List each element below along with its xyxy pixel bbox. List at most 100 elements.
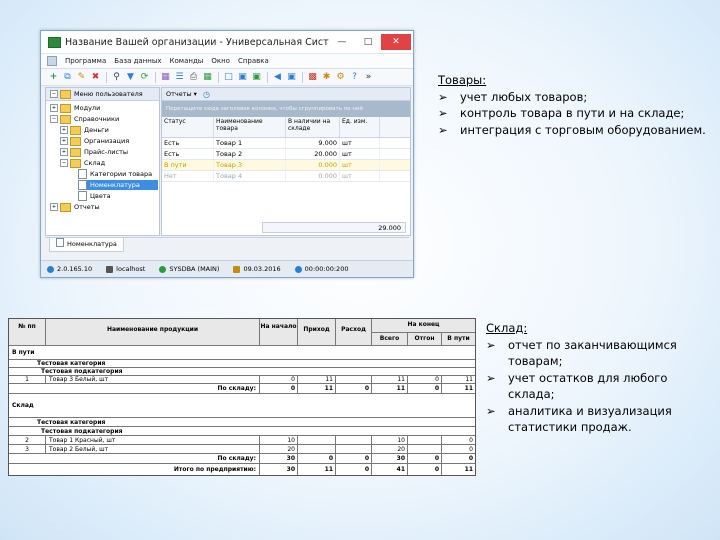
tree-item-product-categories[interactable]: Категории товара — [78, 169, 152, 179]
refresh-icon[interactable]: ⟳ — [138, 71, 151, 83]
warehouse-bullet: ➢ отчет по заканчивающимся товарам; — [486, 337, 677, 369]
app-menu-icon[interactable] — [47, 56, 57, 66]
cell-total: 20 — [371, 445, 407, 453]
header-end: На конец — [371, 319, 475, 332]
column-unit[interactable]: Ед. изм. — [340, 117, 380, 137]
column-in-stock[interactable]: В наличии на складе — [286, 117, 340, 137]
close-button[interactable]: ✕ — [381, 34, 411, 50]
settings-icon[interactable]: ⚙ — [334, 71, 347, 83]
grid-header: Статус Наименование товара В наличии на … — [162, 117, 410, 138]
collapse-icon[interactable]: − — [50, 115, 58, 123]
back-icon[interactable]: ◀ — [271, 71, 284, 83]
reports-dropdown[interactable]: Отчеты — [166, 90, 192, 98]
column-product-name[interactable]: Наименование товара — [214, 117, 286, 137]
menu-window[interactable]: Окно — [207, 57, 234, 65]
goods-bullet: ➢ учет любых товаров; — [438, 89, 588, 104]
table-row[interactable]: Есть Товар 1 9.000 шт — [162, 138, 410, 149]
report-subcategory: Тестовая подкатегория — [9, 367, 475, 375]
window-title: Название Вашей организации - Универсальн… — [65, 36, 329, 48]
arrow-bullet-icon: ➢ — [438, 89, 448, 104]
tree-label: Склад — [84, 159, 106, 167]
cell-transit: 0 — [441, 445, 475, 453]
tree-item-organization[interactable]: + Организация — [60, 136, 129, 146]
clock-icon[interactable]: ◷ — [203, 90, 210, 99]
tree-item-nomenclature[interactable]: Номенклатура — [78, 180, 158, 190]
table-row: 1 Товар 3 Белый, шт 0 11 11 0 11 — [9, 375, 475, 383]
report-section-title: Склад — [9, 393, 475, 417]
tree-item-money[interactable]: + Деньги — [60, 125, 109, 135]
help-icon[interactable]: ? — [348, 71, 361, 83]
expand-icon[interactable]: + — [60, 126, 68, 134]
collapse-icon[interactable]: − — [50, 90, 58, 98]
menu-database[interactable]: База данных — [110, 57, 165, 65]
cell-in-stock: 0.000 — [286, 171, 340, 181]
user-menu-title: Меню пользователя — [74, 90, 143, 98]
window-icon[interactable]: □ — [222, 71, 235, 83]
export-icon[interactable]: ▦ — [201, 71, 214, 83]
tree-item-colors[interactable]: Цвета — [78, 191, 111, 201]
menu-help[interactable]: Справка — [234, 57, 273, 65]
status-bar: 2.0.165.10 localhost SYSDBA (MAIN) 09.03… — [41, 260, 413, 277]
maximize-button[interactable]: □ — [355, 37, 381, 47]
tree-item-reports[interactable]: + Отчеты — [50, 202, 100, 212]
nav-icon[interactable]: ▣ — [285, 71, 298, 83]
cell-start: 20 — [259, 445, 297, 453]
expand-icon[interactable]: + — [60, 137, 68, 145]
goods-bullet: ➢ контроль товара в пути и на складе; — [438, 106, 685, 120]
minimize-button[interactable]: — — [329, 37, 355, 47]
warehouse-bullet: ➢ учет остатков для любого склада; — [486, 370, 668, 402]
print-icon[interactable]: ⎙ — [187, 71, 200, 83]
folder-icon — [70, 125, 81, 135]
report-category: Тестовая категория — [9, 359, 475, 367]
document-icon — [78, 169, 87, 179]
table-row[interactable]: В пути Товар 3 0.000 шт — [162, 160, 410, 171]
layout-icon[interactable]: ▣ — [236, 71, 249, 83]
delete-icon[interactable]: ✖ — [89, 71, 102, 83]
tree-item-directories[interactable]: − Справочники — [50, 114, 119, 124]
collapse-icon[interactable]: − — [60, 159, 68, 167]
chevron-down-icon[interactable]: ▾ — [194, 90, 197, 98]
filter-icon[interactable]: ▼ — [124, 71, 137, 83]
toolbar-divider — [302, 71, 303, 83]
copy-icon[interactable]: ⧉ — [61, 71, 74, 83]
arrow-bullet-icon: ➢ — [438, 122, 448, 137]
goods-description: Товары: ➢ учет любых товаров; ➢ контроль т… — [438, 72, 718, 138]
status-time: 00:00:00:200 — [304, 265, 349, 273]
tree-icon[interactable]: ☰ — [173, 71, 186, 83]
table-row[interactable]: Есть Товар 2 20.000 шт — [162, 149, 410, 160]
table-row[interactable]: Нет Товар 4 0.000 шт — [162, 171, 410, 182]
cell-transit: 0 — [441, 454, 475, 463]
chart-icon[interactable]: ▩ — [306, 71, 319, 83]
expand-icon[interactable]: + — [50, 203, 58, 211]
report-category: Тестовая категория — [9, 417, 475, 426]
cell-expense — [335, 376, 371, 383]
cell-no: 1 — [25, 376, 29, 383]
column-status[interactable]: Статус — [162, 117, 214, 137]
cell-unit: шт — [340, 160, 380, 170]
expand-icon[interactable]: + — [50, 104, 58, 112]
cell-name: Товар 2 Белый, шт — [45, 445, 259, 453]
folder-icon — [70, 158, 81, 168]
expand-icon[interactable]: + — [60, 148, 68, 156]
tools-icon[interactable]: ✱ — [320, 71, 333, 83]
menu-program[interactable]: Программа — [61, 57, 110, 65]
tree-item-modules[interactable]: + Модули — [50, 103, 100, 113]
add-icon[interactable]: + — [47, 71, 60, 83]
status-date: 09.03.2016 — [243, 265, 281, 273]
menu-commands[interactable]: Команды — [166, 57, 208, 65]
edit-icon[interactable]: ✎ — [75, 71, 88, 83]
tab-nomenclature[interactable]: Номенклатура — [49, 238, 124, 252]
tree-item-warehouse[interactable]: − Склад — [60, 158, 105, 168]
image-icon[interactable]: ▣ — [250, 71, 263, 83]
warehouse-heading: Склад: — [486, 321, 528, 335]
cell-product-name: Товар 1 — [214, 138, 286, 148]
tree-item-price-lists[interactable]: + Прайс-листы — [60, 147, 128, 157]
toolbar-divider — [106, 71, 107, 83]
toolbar-overflow-icon[interactable]: » — [362, 71, 375, 83]
group-by-area[interactable]: Перетащите сюда заголовок колонки, чтобы… — [162, 101, 410, 117]
status-version: 2.0.165.10 — [57, 265, 93, 273]
group-icon[interactable]: ▦ — [159, 71, 172, 83]
tree-label: Деньги — [84, 126, 109, 134]
search-icon[interactable]: ⚲ — [110, 71, 123, 83]
cell-shipped: 0 — [407, 384, 441, 393]
